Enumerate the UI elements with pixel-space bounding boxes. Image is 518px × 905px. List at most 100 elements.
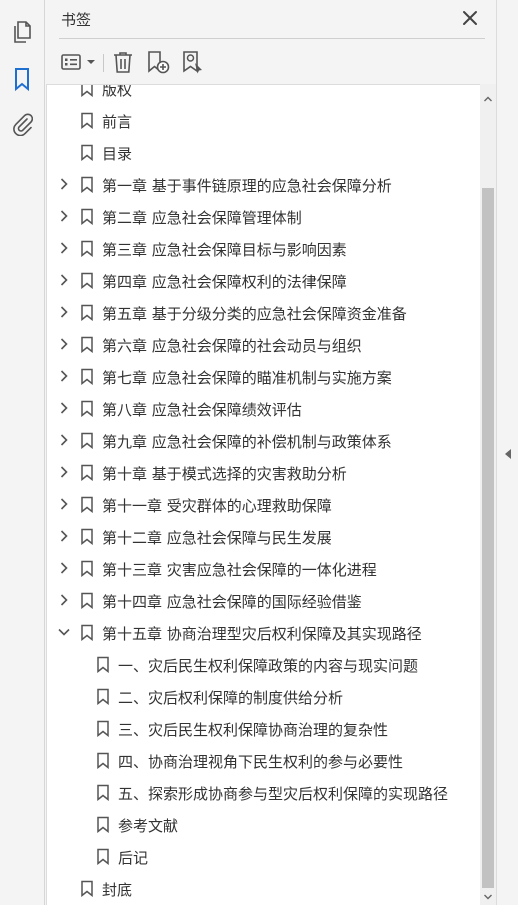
bookmark-label: 第九章 应急社会保障的补偿机制与政策体系 bbox=[102, 433, 392, 451]
panel-splitter[interactable] bbox=[496, 0, 518, 905]
options-menu-button[interactable] bbox=[60, 48, 98, 76]
bookmark-label: 封底 bbox=[102, 881, 133, 899]
bookmark-label: 目录 bbox=[102, 145, 133, 163]
attachment-icon[interactable] bbox=[10, 112, 34, 136]
vertical-scrollbar[interactable] bbox=[480, 84, 496, 905]
chevron-right-icon[interactable] bbox=[57, 305, 71, 319]
delete-bookmark-button[interactable] bbox=[110, 48, 136, 76]
bookmark-label: 第十二章 应急社会保障与民生发展 bbox=[102, 529, 332, 547]
bookmark-icon[interactable] bbox=[10, 67, 34, 91]
bookmark-item[interactable]: 后记 bbox=[47, 840, 480, 872]
panel-title: 书签 bbox=[61, 11, 92, 29]
bookmark-label: 第十三章 灾害应急社会保障的一体化进程 bbox=[102, 561, 377, 579]
bookmark-label: 第一章 基于事件链原理的应急社会保障分析 bbox=[102, 177, 392, 195]
bookmark-item[interactable]: 第十五章 协商治理型灾后权利保障及其实现路径 bbox=[47, 616, 480, 648]
bookmark-item-icon bbox=[81, 464, 93, 481]
bookmark-item[interactable]: 五、探索形成协商参与型灾后权利保障的实现路径 bbox=[47, 776, 480, 808]
chevron-down-icon[interactable] bbox=[57, 625, 71, 639]
chevron-right-icon[interactable] bbox=[57, 433, 71, 447]
bookmark-label: 第五章 基于分级分类的应急社会保障资金准备 bbox=[102, 305, 407, 323]
scrollbar-thumb[interactable] bbox=[482, 188, 494, 888]
new-bookmark-icon bbox=[148, 51, 170, 74]
bookmark-item-icon bbox=[81, 85, 93, 97]
bookmark-item-icon bbox=[97, 816, 109, 833]
bookmark-item[interactable]: 第十一章 受灾群体的心理救助保障 bbox=[47, 488, 480, 520]
bookmark-item[interactable]: 第十三章 灾害应急社会保障的一体化进程 bbox=[47, 552, 480, 584]
bookmark-item-icon bbox=[81, 240, 93, 257]
chevron-right-icon[interactable] bbox=[57, 529, 71, 543]
chevron-right-icon[interactable] bbox=[57, 401, 71, 415]
bookmark-label: 第八章 应急社会保障绩效评估 bbox=[102, 401, 302, 419]
chevron-right-icon[interactable] bbox=[57, 337, 71, 351]
bookmark-label: 第十章 基于模式选择的灾害救助分析 bbox=[102, 465, 347, 483]
bookmark-item-icon bbox=[97, 784, 109, 801]
bookmark-item-icon bbox=[81, 624, 93, 641]
bookmark-item[interactable]: 一、灾后民生权利保障政策的内容与现实问题 bbox=[47, 648, 480, 680]
bookmark-label: 一、灾后民生权利保障政策的内容与现实问题 bbox=[118, 657, 419, 675]
bookmark-item[interactable]: 第四章 应急社会保障权利的法律保障 bbox=[47, 264, 480, 296]
bookmark-label: 第十一章 受灾群体的心理救助保障 bbox=[102, 497, 332, 515]
bookmark-item[interactable]: 三、灾后民生权利保障协商治理的复杂性 bbox=[47, 712, 480, 744]
bookmark-item-icon bbox=[97, 752, 109, 769]
bookmark-label: 四、协商治理视角下民生权利的参与必要性 bbox=[118, 753, 404, 771]
toolbar-separator bbox=[103, 54, 104, 72]
bookmark-item[interactable]: 第八章 应急社会保障绩效评估 bbox=[47, 392, 480, 424]
bookmark-tree: 版权前言目录第一章 基于事件链原理的应急社会保障分析第二章 应急社会保障管理体制… bbox=[46, 84, 480, 905]
bookmark-item[interactable]: 第五章 基于分级分类的应急社会保障资金准备 bbox=[47, 296, 480, 328]
bookmark-item[interactable]: 参考文献 bbox=[47, 808, 480, 840]
chevron-right-icon[interactable] bbox=[57, 593, 71, 607]
bookmark-toolbar bbox=[46, 44, 496, 80]
bookmark-item-icon bbox=[81, 304, 93, 321]
chevron-right-icon[interactable] bbox=[57, 273, 71, 287]
bookmark-item-icon bbox=[81, 592, 93, 609]
close-button[interactable] bbox=[460, 8, 480, 28]
chevron-right-icon[interactable] bbox=[57, 465, 71, 479]
bookmark-item[interactable]: 封底 bbox=[47, 872, 480, 904]
bookmark-item-icon bbox=[81, 336, 93, 353]
bookmark-item[interactable]: 第二章 应急社会保障管理体制 bbox=[47, 200, 480, 232]
bookmark-label: 后记 bbox=[118, 849, 149, 867]
new-bookmark-button[interactable] bbox=[144, 48, 172, 76]
bookmark-item[interactable]: 第十章 基于模式选择的灾害救助分析 bbox=[47, 456, 480, 488]
bookmark-item-icon bbox=[81, 400, 93, 417]
bookmark-item[interactable]: 第三章 应急社会保障目标与影响因素 bbox=[47, 232, 480, 264]
bookmark-item-icon bbox=[81, 496, 93, 513]
bookmark-label: 第七章 应急社会保障的瞄准机制与实施方案 bbox=[102, 369, 392, 387]
bookmark-item[interactable]: 第十四章 应急社会保障的国际经验借鉴 bbox=[47, 584, 480, 616]
header-divider bbox=[59, 38, 485, 39]
bookmark-item-icon bbox=[81, 112, 93, 129]
chevron-right-icon[interactable] bbox=[57, 561, 71, 575]
collapse-panel-icon[interactable] bbox=[504, 448, 512, 460]
bookmark-item[interactable]: 四、协商治理视角下民生权利的参与必要性 bbox=[47, 744, 480, 776]
chevron-right-icon[interactable] bbox=[57, 177, 71, 191]
bookmark-item-icon bbox=[81, 144, 93, 161]
bookmark-item-icon bbox=[97, 688, 109, 705]
bookmark-list: 版权前言目录第一章 基于事件链原理的应急社会保障分析第二章 应急社会保障管理体制… bbox=[47, 85, 480, 904]
chevron-right-icon[interactable] bbox=[57, 209, 71, 223]
bookmark-item[interactable]: 第一章 基于事件链原理的应急社会保障分析 bbox=[47, 168, 480, 200]
bookmark-label: 前言 bbox=[102, 113, 133, 131]
bookmark-item[interactable]: 二、灾后权利保障的制度供给分析 bbox=[47, 680, 480, 712]
bookmark-label: 第十四章 应急社会保障的国际经验借鉴 bbox=[102, 593, 362, 611]
chevron-right-icon[interactable] bbox=[57, 241, 71, 255]
scroll-down-icon[interactable] bbox=[483, 892, 493, 902]
bookmark-item[interactable]: 第七章 应急社会保障的瞄准机制与实施方案 bbox=[47, 360, 480, 392]
bookmark-item[interactable]: 版权 bbox=[47, 85, 480, 104]
bookmark-label: 三、灾后民生权利保障协商治理的复杂性 bbox=[118, 721, 389, 739]
bookmark-item[interactable]: 第九章 应急社会保障的补偿机制与政策体系 bbox=[47, 424, 480, 456]
bookmark-item-icon bbox=[81, 528, 93, 545]
chevron-right-icon[interactable] bbox=[57, 369, 71, 383]
bookmark-item[interactable]: 第六章 应急社会保障的社会动员与组织 bbox=[47, 328, 480, 360]
bookmark-item-icon bbox=[81, 368, 93, 385]
bookmark-item[interactable]: 目录 bbox=[47, 136, 480, 168]
options-menu-icon bbox=[61, 54, 95, 70]
scroll-up-icon[interactable] bbox=[483, 94, 493, 104]
pages-icon[interactable] bbox=[10, 20, 34, 44]
new-bookmark-from-structure-button[interactable] bbox=[179, 48, 207, 76]
bookmark-item[interactable]: 前言 bbox=[47, 104, 480, 136]
bookmark-item-icon bbox=[97, 656, 109, 673]
bookmark-item-icon bbox=[97, 848, 109, 865]
bookmark-item[interactable]: 第十二章 应急社会保障与民生发展 bbox=[47, 520, 480, 552]
chevron-right-icon[interactable] bbox=[57, 497, 71, 511]
bookmark-label: 第六章 应急社会保障的社会动员与组织 bbox=[102, 337, 362, 355]
